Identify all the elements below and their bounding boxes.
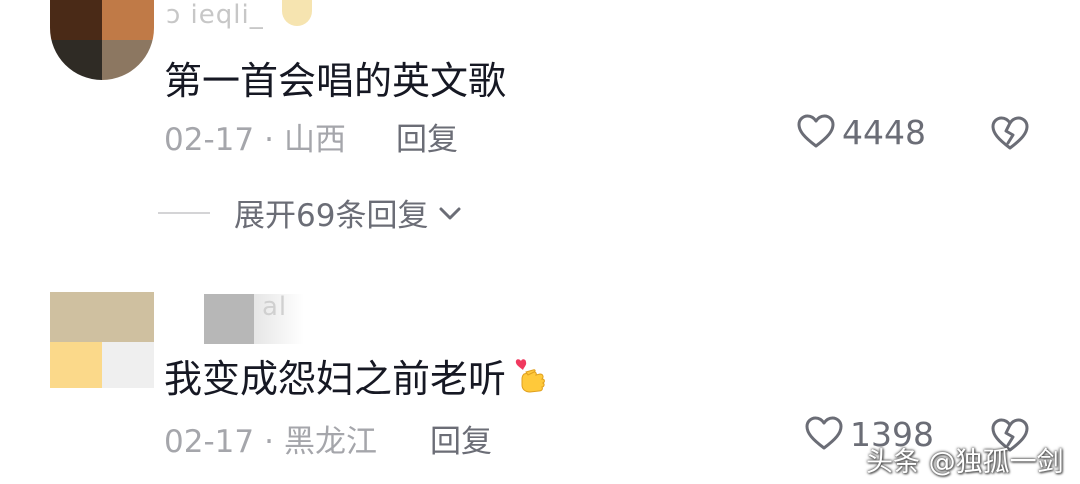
broken-heart-icon xyxy=(991,116,1029,150)
avatar[interactable] xyxy=(50,292,154,396)
comment-text: 第一首会唱的英文歌 xyxy=(164,59,507,103)
comment-date: 02-17 xyxy=(164,122,255,158)
username[interactable]: ɔ ieqli_ xyxy=(166,0,264,30)
username[interactable]: al xyxy=(262,292,287,322)
moon-icon xyxy=(282,0,312,26)
avatar[interactable] xyxy=(50,0,154,80)
finger-heart-emoji xyxy=(515,359,545,393)
like-button[interactable]: 4448 xyxy=(796,112,926,152)
watermark: 头条 @独孤一剑 xyxy=(866,447,1064,478)
divider-line xyxy=(158,211,210,214)
comment-text: 我变成怨妇之前老听 xyxy=(164,348,552,403)
reply-button[interactable]: 回复 xyxy=(430,416,492,461)
like-count: 4448 xyxy=(842,112,926,152)
username-blur xyxy=(204,294,254,344)
comment-meta: 02-17 · 黑龙江 xyxy=(164,416,377,461)
expand-replies-button[interactable]: 展开69条回复 xyxy=(158,190,464,235)
comment-list: ɔ ieqli_ 第一首会唱的英文歌 02-17 · 山西 回复 4448 展开69… xyxy=(0,0,1080,484)
heart-icon xyxy=(805,416,843,450)
reply-button[interactable]: 回复 xyxy=(396,114,458,159)
comment-location: 山西 xyxy=(283,122,346,158)
comment-meta: 02-17 · 山西 xyxy=(164,114,346,159)
chevron-down-icon xyxy=(439,207,461,219)
dislike-button[interactable] xyxy=(990,114,1030,154)
comment-location: 黑龙江 xyxy=(283,424,377,460)
expand-replies-label: 展开69条回复 xyxy=(234,198,429,234)
heart-icon xyxy=(797,114,835,148)
meta-separator: · xyxy=(264,122,274,158)
comment-text-content: 我变成怨妇之前老听 xyxy=(164,357,507,401)
meta-separator: · xyxy=(264,424,274,460)
comment-date: 02-17 xyxy=(164,424,255,460)
